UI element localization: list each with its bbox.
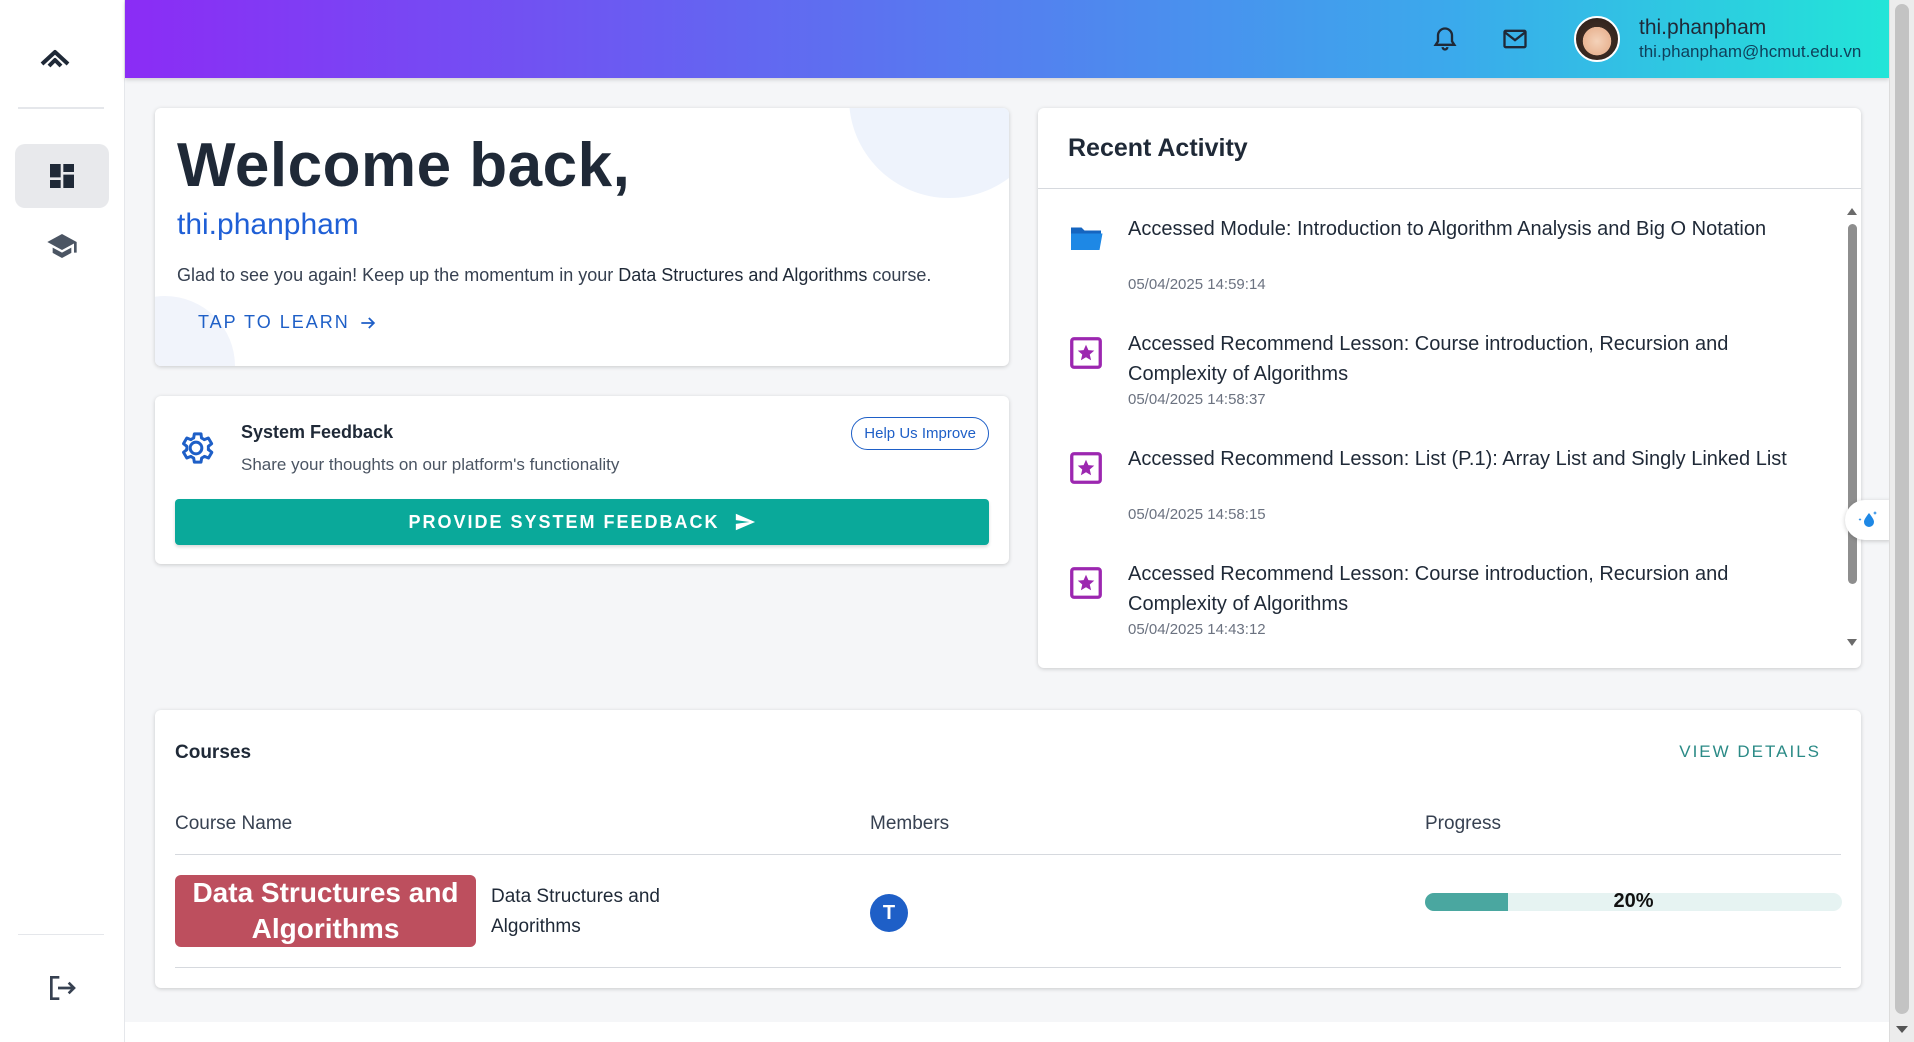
activity-divider [1038, 188, 1861, 189]
user-name[interactable]: thi.phanpham [1639, 16, 1766, 40]
activity-time: 05/04/2025 14:59:14 [1128, 276, 1266, 293]
course-thumbnail[interactable]: Data Structures and Algorithms [175, 875, 476, 947]
system-feedback-card: System Feedback Share your thoughts on o… [155, 396, 1009, 564]
page-scrollbar[interactable] [1889, 0, 1914, 1042]
logout-button[interactable] [15, 956, 109, 1020]
sidebar-item-dashboard[interactable] [15, 144, 109, 208]
logout-icon [50, 976, 76, 1000]
welcome-message: Glad to see you again! Keep up the momen… [177, 265, 931, 286]
activity-text: Accessed Module: Introduction to Algorit… [1128, 218, 1767, 240]
gear-icon [182, 432, 214, 464]
view-details-link[interactable]: VIEW DETAILS [1679, 742, 1821, 762]
activity-text: Accessed Recommend Lesson: List (P.1): A… [1128, 448, 1787, 470]
activity-time: 05/04/2025 14:58:37 [1128, 391, 1266, 408]
course-progress-label: 20% [1613, 890, 1654, 912]
courses-card: Courses VIEW DETAILS Course Name Members… [155, 710, 1861, 988]
activity-time: 05/04/2025 14:58:15 [1128, 506, 1266, 523]
scroll-up-icon[interactable] [1846, 206, 1858, 216]
decorative-circle [849, 108, 1009, 198]
table-divider [175, 854, 1841, 855]
bell-icon [1433, 27, 1457, 51]
provide-feedback-label: PROVIDE SYSTEM FEEDBACK [408, 511, 720, 532]
dashboard-icon [50, 164, 74, 188]
feedback-title: System Feedback [241, 422, 394, 442]
courses-title: Courses [175, 742, 252, 763]
recent-activity-card: Recent Activity Accessed Module: Introdu… [1038, 108, 1861, 668]
help-us-improve-button[interactable]: Help Us Improve [851, 417, 989, 450]
welcome-username: thi.phanpham [177, 208, 359, 241]
activity-text: Accessed Recommend Lesson: Course introd… [1128, 563, 1729, 615]
feedback-subtitle: Share your thoughts on our platform's fu… [241, 455, 620, 474]
sidebar-divider-bottom [18, 934, 104, 935]
welcome-card: Welcome back, thi.phanpham Glad to see y… [155, 108, 1009, 366]
star-box-icon [1070, 567, 1102, 599]
star-box-icon [1070, 337, 1102, 369]
tap-to-learn-label: TAP TO LEARN [198, 312, 350, 332]
messages-button[interactable] [1498, 22, 1532, 56]
sidebar [0, 0, 125, 1042]
star-box-icon [1070, 452, 1102, 484]
folder-icon [1071, 227, 1103, 250]
welcome-course-name: Data Structures and Algorithms [618, 265, 868, 285]
page-scroll-down-icon[interactable] [1896, 1026, 1908, 1033]
welcome-message-suffix: course. [867, 265, 932, 285]
water-drop-sparkle-icon [1858, 511, 1877, 527]
mail-icon [1503, 29, 1527, 49]
user-email: thi.phanpham@hcmut.edu.vn [1639, 42, 1862, 61]
column-header-course-name: Course Name [175, 813, 293, 834]
top-header: thi.phanpham thi.phanpham@hcmut.edu.vn [125, 0, 1889, 78]
activity-time: 05/04/2025 14:43:12 [1128, 621, 1266, 638]
sidebar-divider [18, 107, 104, 109]
page-scrollbar-thumb[interactable] [1895, 4, 1909, 1014]
send-icon [735, 513, 755, 531]
user-avatar[interactable] [1574, 16, 1620, 62]
sidebar-item-courses[interactable] [15, 214, 109, 278]
notifications-button[interactable] [1428, 22, 1462, 56]
recent-activity-title: Recent Activity [1068, 134, 1248, 162]
table-row-divider [175, 967, 1841, 968]
provide-system-feedback-button[interactable]: PROVIDE SYSTEM FEEDBACK [175, 499, 989, 545]
activity-text: Accessed Recommend Lesson: Course introd… [1128, 333, 1729, 385]
app-logo-icon[interactable] [38, 44, 72, 72]
activity-scrollbar[interactable] [1846, 196, 1858, 658]
page-bottom [125, 1022, 1889, 1042]
floating-helper-button[interactable] [1845, 500, 1891, 540]
tap-to-learn-link[interactable]: TAP TO LEARN [198, 312, 378, 333]
column-header-progress: Progress [1425, 813, 1502, 834]
welcome-heading: Welcome back, [177, 131, 631, 200]
graduation-cap-icon [47, 234, 77, 258]
arrow-right-icon [361, 316, 375, 329]
column-header-members: Members [870, 813, 950, 834]
welcome-message-prefix: Glad to see you again! Keep up the momen… [177, 265, 619, 285]
member-avatar: T [870, 894, 908, 932]
course-name[interactable]: Data Structures and Algorithms [491, 882, 711, 942]
scroll-down-icon[interactable] [1846, 638, 1858, 648]
